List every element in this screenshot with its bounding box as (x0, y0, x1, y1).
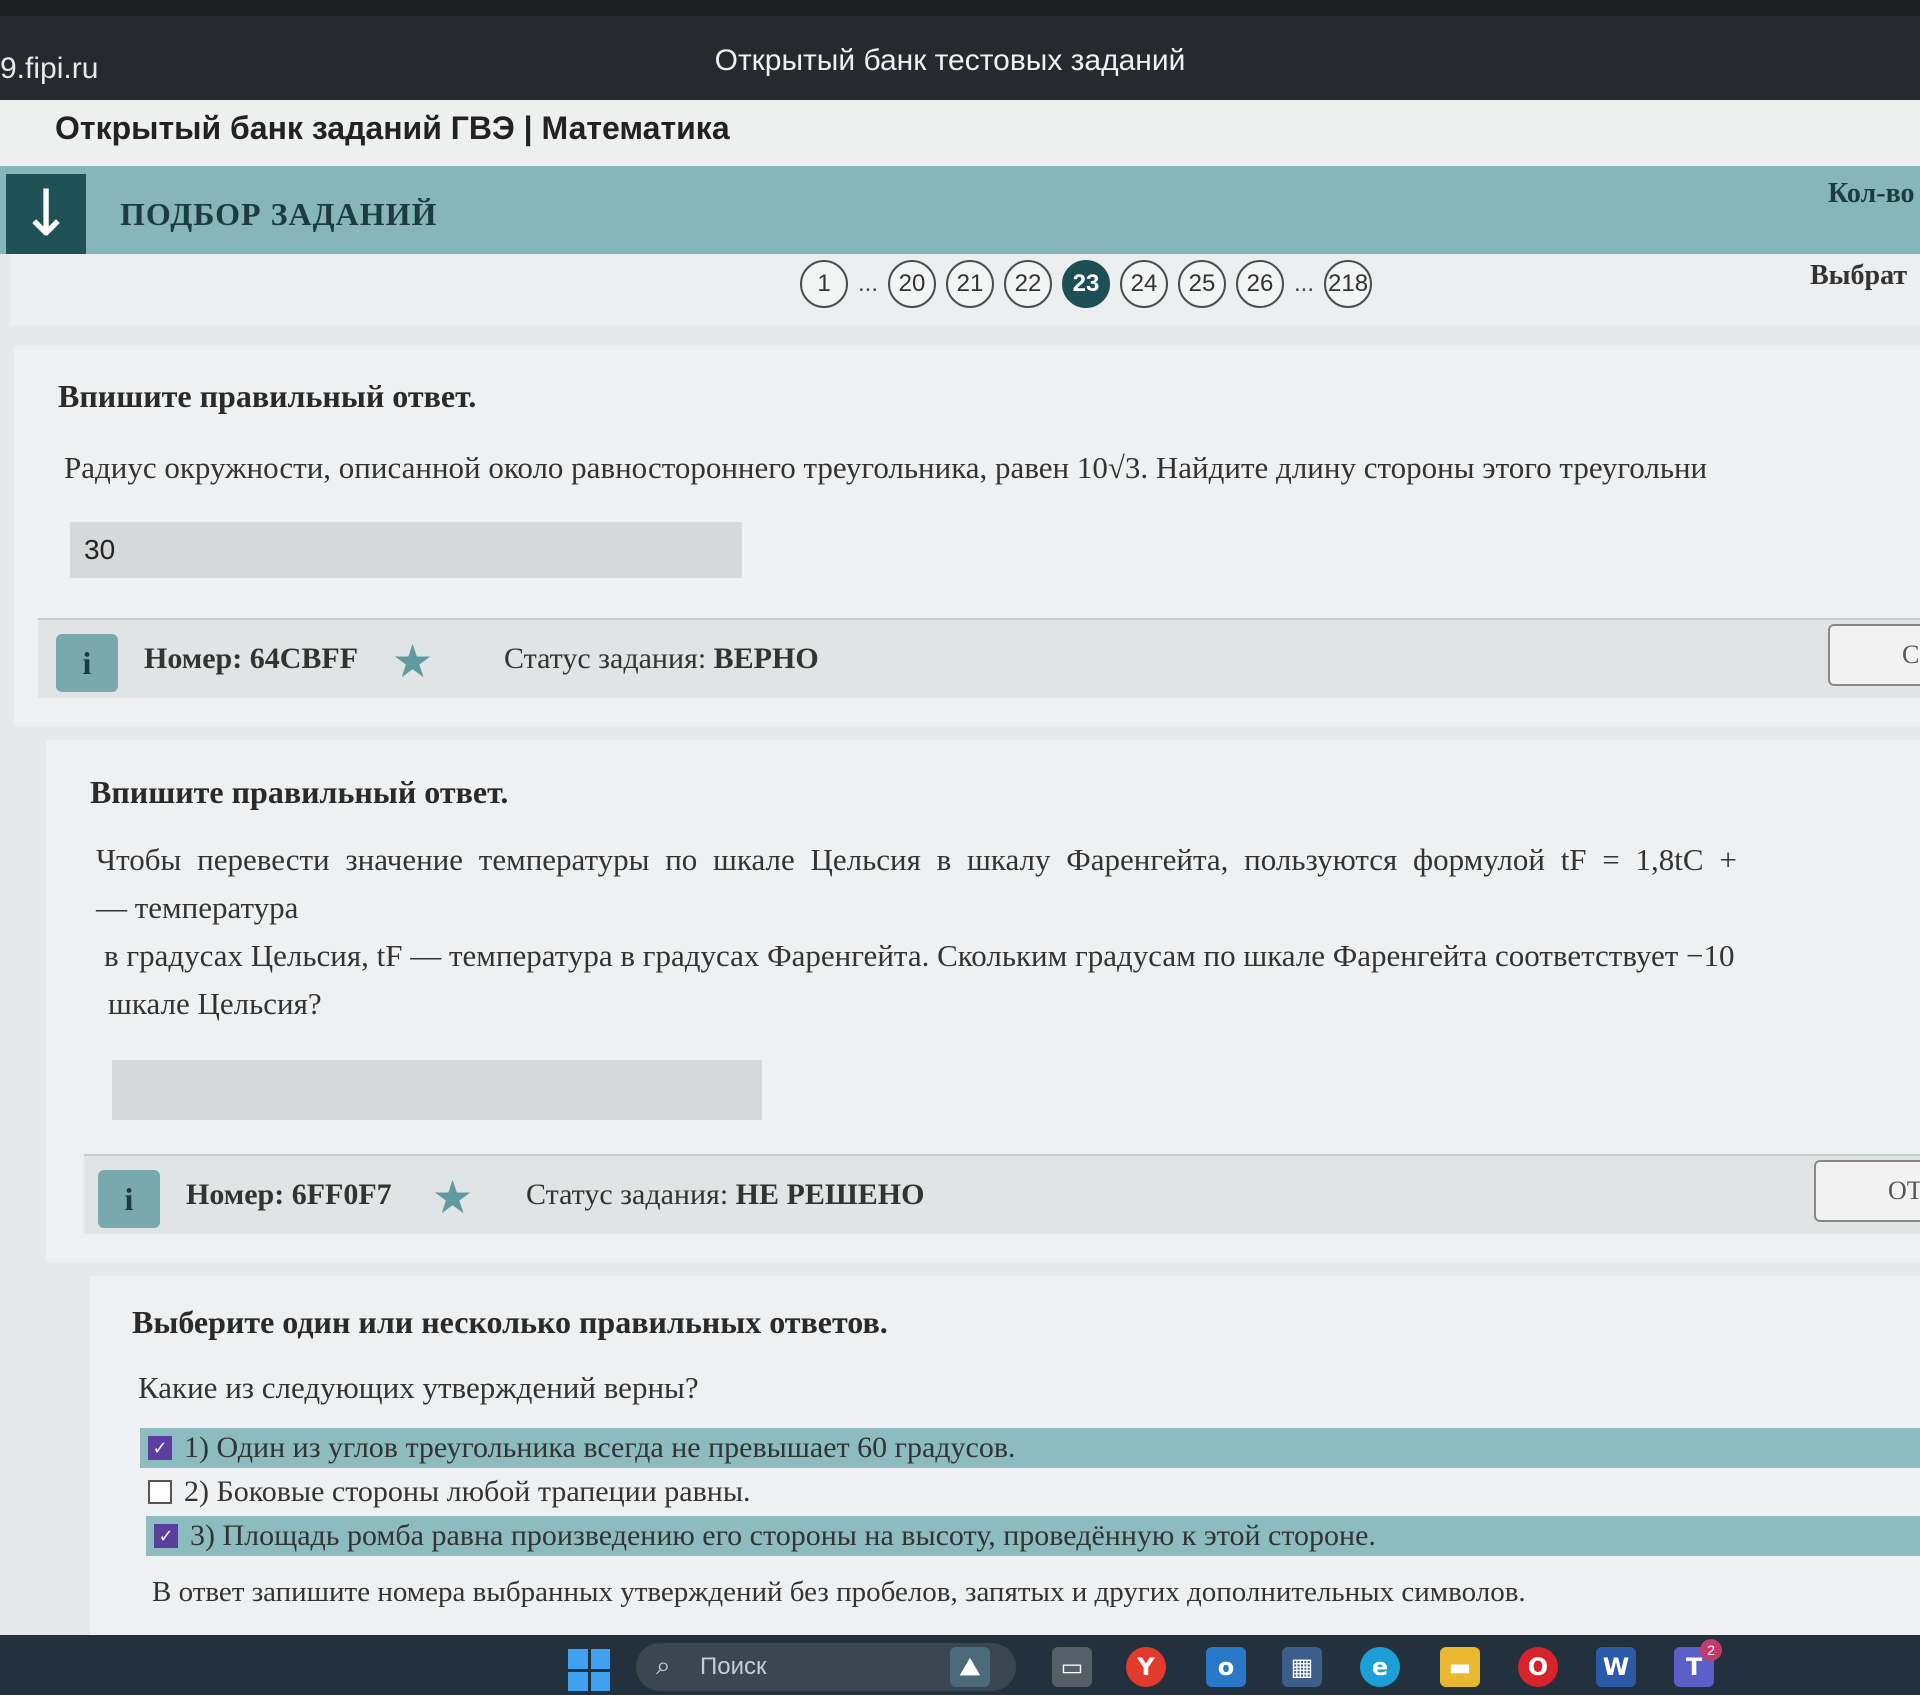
checkbox-checked[interactable]: ✓ (154, 1524, 178, 1548)
option-label: 3) Площадь ромба равна произведению его … (190, 1519, 1376, 1552)
widgets-icon[interactable]: ⛰ (950, 1647, 990, 1687)
task-number: Номер: 64CBFF (144, 642, 359, 675)
page-button[interactable]: 21 (946, 260, 995, 308)
site-brand[interactable]: Открытый банк заданий ГВЭ | Математика (55, 110, 730, 147)
browser-titlebar: 9.fipi.ru Открытый банк тестовых заданий (0, 0, 1920, 100)
outlook-icon[interactable]: o (1206, 1647, 1246, 1687)
window-title: Открытый банк тестовых заданий (714, 44, 1186, 77)
star-icon[interactable]: ★ (432, 1170, 473, 1224)
task-instruction: Выберите один или несколько правильных о… (132, 1304, 888, 1340)
task-note: В ответ запишите номера выбранных утверж… (152, 1576, 1526, 1608)
page-button[interactable]: 26 (1236, 260, 1285, 308)
page-button-active[interactable]: 23 (1062, 260, 1111, 308)
task-text-line: в градусах Цельсия, tF — температура в г… (104, 938, 1735, 973)
task-instruction: Впишите правильный ответ. (90, 774, 509, 810)
search-icon: ⌕ (656, 1651, 671, 1681)
page-button-first[interactable]: 1 (800, 260, 848, 308)
option-label: 2) Боковые стороны любой трапеции равны. (184, 1475, 751, 1508)
task-status: Статус задания: ВЕРНО (504, 642, 819, 676)
word-icon[interactable]: W (1596, 1647, 1636, 1687)
file-explorer-icon[interactable]: ▬ (1440, 1647, 1480, 1687)
task-footer: i Номер: 6FF0F7 ★ Статус задания: НЕ РЕШ… (84, 1154, 1920, 1234)
answer-option[interactable]: 2) Боковые стороны любой трапеции равны. (140, 1472, 1920, 1512)
checkbox-checked[interactable]: ✓ (148, 1436, 172, 1460)
option-label: 1) Один из углов треугольника всегда не … (184, 1431, 1016, 1464)
task-card: Выберите один или несколько правильных о… (90, 1276, 1920, 1635)
task-text: Радиус окружности, описанной около равно… (64, 450, 1708, 485)
page-button[interactable]: 20 (888, 260, 937, 308)
selection-bar: ↓ ПОДБОР ЗАДАНИЙ Кол-во (0, 166, 1920, 254)
task-footer: i Номер: 64CBFF ★ Статус задания: ВЕРНО … (38, 618, 1920, 698)
status-value: ВЕРНО (713, 642, 819, 675)
status-value: НЕ РЕШЕНО (735, 1178, 925, 1211)
opera-icon[interactable]: O (1518, 1647, 1558, 1687)
star-icon[interactable]: ★ (392, 634, 433, 688)
arrow-down-icon[interactable]: ↓ (6, 174, 86, 254)
status-prefix: Статус задания: (526, 1178, 729, 1211)
status-prefix: Статус задания: (504, 642, 707, 675)
task-card: Впишите правильный ответ. Чтобы перевест… (46, 740, 1920, 1262)
task-number: Номер: 6FF0F7 (186, 1178, 392, 1211)
answer-option[interactable]: ✓ 1) Один из углов треугольника всегда н… (140, 1428, 1920, 1468)
page-button[interactable]: 24 (1120, 260, 1169, 308)
task-action-button[interactable]: С (1828, 624, 1920, 686)
task-question: Какие из следующих утверждений верны? (138, 1370, 699, 1405)
info-button[interactable]: i (56, 634, 118, 692)
page-button-last[interactable]: 218 (1324, 260, 1373, 308)
task-card: Впишите правильный ответ. Радиус окружно… (14, 346, 1920, 726)
answer-input[interactable] (112, 1060, 762, 1120)
answer-option[interactable]: ✓ 3) Площадь ромба равна произведению ег… (146, 1516, 1920, 1556)
yandex-browser-icon[interactable]: Y (1126, 1647, 1166, 1687)
task-view-icon[interactable]: ▭ (1052, 1647, 1092, 1687)
count-label: Кол-во (1828, 178, 1915, 209)
pagination-row: 1 ... 20 21 22 23 24 25 26 ... 218 Выбра… (10, 254, 1920, 326)
pagination: 1 ... 20 21 22 23 24 25 26 ... 218 (800, 260, 1373, 308)
search-placeholder: Поиск (700, 1653, 767, 1680)
teams-badge: 2 (1700, 1639, 1722, 1661)
selection-title[interactable]: ПОДБОР ЗАДАНИЙ (120, 196, 437, 233)
page: Открытый банк заданий ГВЭ | Математика ↓… (0, 100, 1920, 1635)
checkbox-unchecked[interactable] (148, 1480, 172, 1504)
task-text-line: Чтобы перевести значение температуры по … (96, 842, 1737, 877)
page-button[interactable]: 25 (1178, 260, 1227, 308)
task-text-line: — температура (96, 890, 299, 925)
pagination-ellipsis: ... (1294, 270, 1315, 297)
answer-input[interactable]: 30 (70, 522, 742, 578)
os-taskbar: ⌕ Поиск ⛰ ▭ Y o ▦ e ▬ O W T 2 (0, 1635, 1920, 1695)
browser-tab-strip[interactable] (0, 0, 1920, 16)
site-domain: 9.fipi.ru (0, 52, 99, 85)
info-button[interactable]: i (98, 1170, 160, 1228)
select-label[interactable]: Выбрат (1810, 260, 1907, 292)
task-status: Статус задания: НЕ РЕШЕНО (526, 1178, 924, 1212)
windows-start-icon[interactable] (568, 1649, 610, 1691)
page-button[interactable]: 22 (1004, 260, 1053, 308)
pagination-ellipsis: ... (858, 270, 879, 297)
edge-icon[interactable]: e (1360, 1647, 1400, 1687)
task-action-button[interactable]: ОТ (1814, 1160, 1920, 1222)
task-instruction: Впишите правильный ответ. (58, 378, 477, 414)
store-icon[interactable]: ▦ (1282, 1647, 1322, 1687)
site-header: Открытый банк заданий ГВЭ | Математика (0, 100, 1920, 166)
task-text-line: шкале Цельсия? (108, 986, 322, 1021)
